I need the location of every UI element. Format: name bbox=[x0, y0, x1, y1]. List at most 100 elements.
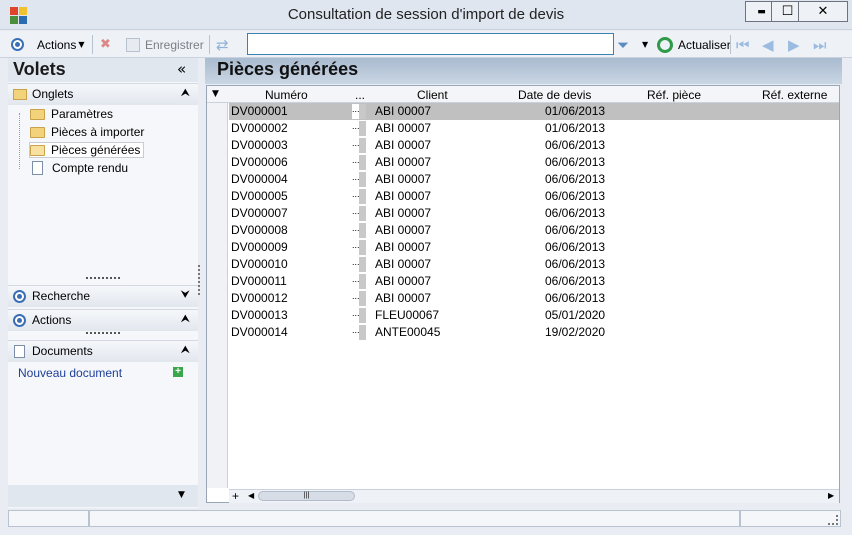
left-pane-footer bbox=[8, 485, 198, 507]
table-row[interactable]: DV000002... ABI 00007 01/06/2013 bbox=[229, 120, 839, 137]
delete-icon[interactable]: ✖ bbox=[100, 35, 111, 54]
recherche-label: Recherche bbox=[32, 289, 91, 303]
vertical-splitter-grip[interactable] bbox=[198, 265, 201, 295]
cell-numero: DV000010 bbox=[231, 257, 288, 271]
cell-numero: DV000003 bbox=[231, 138, 288, 152]
column-header-date[interactable]: Date de devis bbox=[518, 88, 591, 102]
add-icon[interactable]: + bbox=[173, 367, 183, 377]
filter-icon[interactable]: ⏷ bbox=[617, 35, 629, 54]
scrollbar-thumb[interactable]: ||| bbox=[258, 491, 355, 501]
table-row[interactable]: DV000005... ABI 00007 06/06/2013 bbox=[229, 188, 839, 205]
filter-dropdown-icon[interactable]: ▼ bbox=[642, 35, 648, 54]
cell-client: ABI 00007 bbox=[375, 172, 432, 186]
table-row[interactable]: DV000010... ABI 00007 06/06/2013 bbox=[229, 256, 839, 273]
column-header-ref-piece[interactable]: Réf. pièce bbox=[647, 88, 701, 102]
collapse-chevron-icon[interactable]: ⮝ bbox=[181, 86, 190, 100]
splitter-grip[interactable] bbox=[86, 277, 120, 280]
cell-dots-button[interactable]: ... bbox=[352, 138, 366, 153]
cell-client: ABI 00007 bbox=[375, 121, 432, 135]
cell-client: ABI 00007 bbox=[375, 138, 432, 152]
volets-title: Volets bbox=[13, 59, 66, 79]
table-row[interactable]: DV000007... ABI 00007 06/06/2013 bbox=[229, 205, 839, 222]
first-record-icon[interactable]: ⏮ bbox=[736, 36, 750, 54]
scroll-left-icon[interactable]: ◀ bbox=[248, 491, 254, 500]
collapse-chevron-icon[interactable]: ⮝ bbox=[181, 343, 190, 357]
expand-chevron-icon[interactable]: ⮟ bbox=[181, 288, 190, 302]
cell-numero: DV000012 bbox=[231, 291, 288, 305]
cell-dots-button[interactable]: ... bbox=[352, 308, 366, 323]
cell-date: 06/06/2013 bbox=[545, 223, 606, 237]
folder-icon bbox=[30, 108, 45, 120]
cell-dots-button[interactable]: ... bbox=[352, 121, 366, 136]
cell-numero: DV000001 bbox=[231, 104, 288, 118]
cell-dots-button[interactable]: ... bbox=[352, 274, 366, 289]
column-header-dots[interactable]: ... bbox=[355, 88, 365, 102]
table-row[interactable]: DV000014... ANTE00045 19/02/2020 bbox=[229, 324, 839, 341]
table-row[interactable]: DV000009... ABI 00007 06/06/2013 bbox=[229, 239, 839, 256]
actions-section-header[interactable]: Actions ⮝ bbox=[8, 309, 198, 331]
tree-item-compte-rendu[interactable]: Compte rendu bbox=[30, 160, 128, 176]
tree-item-pieces-generees[interactable]: Pièces générées bbox=[29, 142, 145, 158]
refresh-button[interactable]: Actualiser bbox=[657, 35, 731, 54]
table-row[interactable]: DV000012... ABI 00007 06/06/2013 bbox=[229, 290, 839, 307]
cell-dots-button[interactable]: ... bbox=[352, 189, 366, 204]
column-header-numero[interactable]: Numéro bbox=[265, 88, 308, 102]
save-button[interactable]: Enregistrer bbox=[126, 35, 204, 54]
column-header-client[interactable]: Client bbox=[417, 88, 448, 102]
cell-dots-button[interactable]: ... bbox=[352, 223, 366, 238]
resize-grip-icon[interactable] bbox=[828, 515, 838, 525]
cell-date: 01/06/2013 bbox=[545, 121, 606, 135]
cell-client: ABI 00007 bbox=[375, 223, 432, 237]
collapse-pane-button[interactable]: « bbox=[177, 60, 186, 78]
onglets-section-header[interactable]: Onglets ⮝ bbox=[8, 83, 198, 105]
folder-icon bbox=[13, 89, 27, 100]
status-cell bbox=[89, 510, 740, 527]
table-row[interactable]: DV000011... ABI 00007 06/06/2013 bbox=[229, 273, 839, 290]
last-record-icon[interactable]: ⏭ bbox=[813, 36, 827, 54]
table-row[interactable]: DV000013... FLEU00067 05/01/2020 bbox=[229, 307, 839, 324]
cell-dots-button[interactable]: ... bbox=[352, 155, 366, 170]
toolbar-separator bbox=[92, 35, 93, 54]
documents-section-header[interactable]: Documents ⮝ bbox=[8, 340, 198, 362]
table-row[interactable]: DV000001... ABI 00007 01/06/2013 bbox=[229, 103, 839, 120]
column-header-ref-externe[interactable]: Réf. externe bbox=[762, 88, 827, 102]
row-header-column bbox=[207, 103, 228, 488]
maximize-icon: ☐ bbox=[781, 4, 794, 19]
column-chooser-icon[interactable]: ▼ bbox=[212, 89, 219, 99]
tree-item-label: Compte rendu bbox=[52, 161, 129, 175]
toolbar-separator bbox=[730, 35, 731, 54]
refresh-icon bbox=[657, 36, 673, 53]
cell-date: 06/06/2013 bbox=[545, 274, 606, 288]
tree-item-parametres[interactable]: Paramètres bbox=[30, 106, 113, 122]
cell-dots-button[interactable]: ... bbox=[352, 325, 366, 340]
actions-menu-button[interactable]: Actions ▼ bbox=[37, 35, 85, 54]
scroll-right-icon[interactable]: ▶ bbox=[828, 491, 834, 500]
table-row[interactable]: DV000008... ABI 00007 06/06/2013 bbox=[229, 222, 839, 239]
search-input[interactable] bbox=[247, 33, 614, 55]
tree-item-pieces-a-importer[interactable]: Pièces à importer bbox=[30, 124, 144, 140]
cell-dots-button[interactable]: ... bbox=[352, 206, 366, 221]
collapse-chevron-icon[interactable]: ⮝ bbox=[181, 312, 190, 326]
recherche-section-header[interactable]: Recherche ⮟ bbox=[8, 285, 198, 307]
table-row[interactable]: DV000004... ABI 00007 06/06/2013 bbox=[229, 171, 839, 188]
next-record-icon[interactable]: ▶ bbox=[788, 36, 800, 54]
folder-open-icon bbox=[30, 144, 45, 156]
cell-dots-button[interactable]: ... bbox=[352, 172, 366, 187]
cell-date: 01/06/2013 bbox=[545, 104, 606, 118]
cell-dots-button[interactable]: ... bbox=[352, 291, 366, 306]
new-document-link[interactable]: Nouveau document bbox=[18, 366, 122, 380]
table-row[interactable]: DV000003... ABI 00007 06/06/2013 bbox=[229, 137, 839, 154]
close-button[interactable]: ✕ bbox=[798, 1, 848, 22]
sync-icon[interactable]: ⇄ bbox=[216, 35, 229, 54]
cell-numero: DV000008 bbox=[231, 223, 288, 237]
previous-record-icon[interactable]: ◀ bbox=[762, 36, 774, 54]
cell-date: 06/06/2013 bbox=[545, 291, 606, 305]
cell-dots-button[interactable]: ... bbox=[352, 104, 366, 119]
table-row[interactable]: DV000006... ABI 00007 06/06/2013 bbox=[229, 154, 839, 171]
cell-numero: DV000013 bbox=[231, 308, 288, 322]
cell-dots-button[interactable]: ... bbox=[352, 257, 366, 272]
pane-dropdown-icon[interactable]: ▼ bbox=[178, 490, 185, 500]
add-row-icon[interactable]: + bbox=[232, 489, 239, 503]
splitter-grip[interactable] bbox=[86, 332, 120, 335]
cell-dots-button[interactable]: ... bbox=[352, 240, 366, 255]
